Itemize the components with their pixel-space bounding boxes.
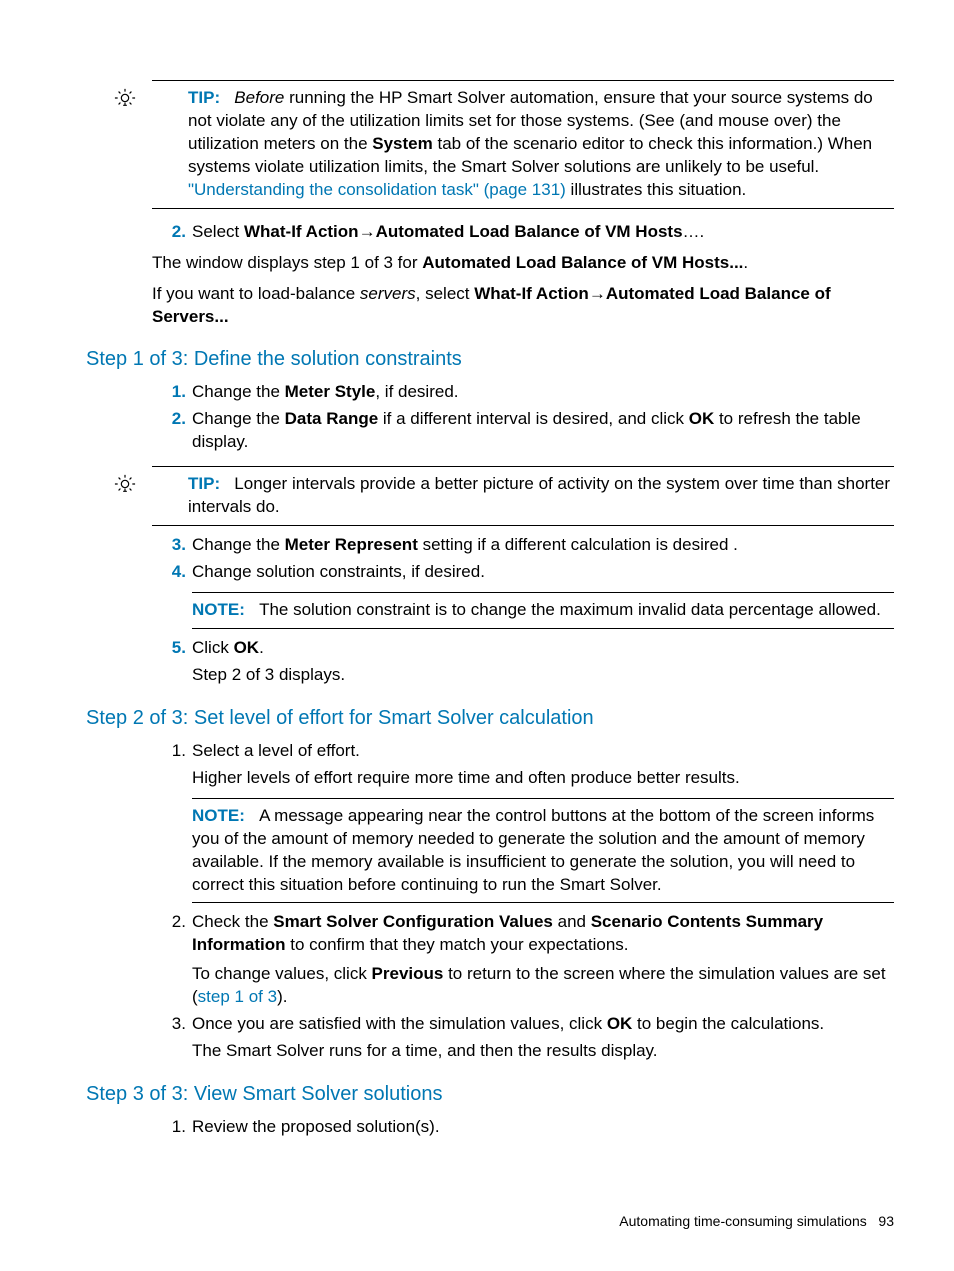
text: , select — [416, 284, 475, 303]
note-label: NOTE: — [192, 600, 245, 619]
text: to confirm that they match your expectat… — [286, 935, 629, 954]
arrow-icon: → — [589, 284, 606, 303]
text: ). — [277, 987, 287, 1006]
text: Change the — [192, 382, 285, 401]
tip-callout: TIP: Before running the HP Smart Solver … — [152, 80, 894, 209]
text: To change values, click — [192, 964, 372, 983]
bold-text: Automated Load Balance of VM Hosts — [376, 222, 683, 241]
list-item: Click OK. Step 2 of 3 displays. — [192, 637, 894, 687]
text: if a different interval is desired, and … — [378, 409, 689, 428]
bold-text: Meter Style — [285, 382, 376, 401]
text: Once you are satisfied with the simulati… — [192, 1014, 607, 1033]
tip-label: TIP: — [188, 88, 220, 107]
text: Click — [192, 638, 234, 657]
note-text: The solution constraint is to change the… — [259, 600, 881, 619]
list-item: Change the Meter Style, if desired. — [192, 381, 894, 404]
bold-text: Data Range — [285, 409, 379, 428]
bold-text: Smart Solver Configuration Values — [273, 912, 553, 931]
tip-icon — [114, 473, 136, 495]
page-number: 93 — [878, 1213, 894, 1229]
list-item: Change the Meter Represent setting if a … — [192, 534, 894, 557]
bold-text: Meter Represent — [285, 535, 418, 554]
tip-italic: Before — [234, 88, 284, 107]
text: . — [743, 253, 748, 272]
heading-step-3: Step 3 of 3: View Smart Solver solutions — [86, 1081, 894, 1108]
text: The window displays step 1 of 3 for — [152, 253, 422, 272]
text: The Smart Solver runs for a time, and th… — [192, 1040, 894, 1063]
bold-text: OK — [234, 638, 260, 657]
tip-bold-system: System — [372, 134, 432, 153]
text: If you want to load-balance — [152, 284, 360, 303]
paragraph: The window displays step 1 of 3 for Auto… — [152, 252, 894, 275]
list-item: Select a level of effort. Higher levels … — [192, 740, 894, 790]
text: setting if a different calculation is de… — [418, 535, 738, 554]
link-step-1-of-3[interactable]: step 1 of 3 — [198, 987, 277, 1006]
list-item: Select What-If Action→Automated Load Bal… — [192, 221, 894, 244]
text: Select — [192, 222, 244, 241]
note-callout: NOTE: The solution constraint is to chan… — [192, 592, 894, 629]
list-item: Change solution constraints, if desired. — [192, 561, 894, 584]
tip-icon — [114, 87, 136, 109]
bold-text: What-If Action — [244, 222, 359, 241]
text: …. — [683, 222, 705, 241]
heading-step-1: Step 1 of 3: Define the solution constra… — [86, 346, 894, 373]
bold-text: Previous — [372, 964, 444, 983]
bold-text: What-If Action — [474, 284, 589, 303]
text: Higher levels of effort require more tim… — [192, 767, 894, 790]
list-item: Check the Smart Solver Configuration Val… — [192, 911, 894, 1009]
list-item: Review the proposed solution(s). — [192, 1116, 894, 1139]
list-item: Change the Data Range if a different int… — [192, 408, 894, 454]
bold-text: OK — [689, 409, 715, 428]
tip-text: Longer intervals provide a better pictur… — [188, 474, 890, 516]
heading-step-2: Step 2 of 3: Set level of effort for Sma… — [86, 705, 894, 732]
bold-text: Automated Load Balance of VM Hosts... — [422, 253, 743, 272]
text: Select a level of effort. — [192, 741, 360, 760]
link-understanding-consolidation[interactable]: "Understanding the consolidation task" (… — [188, 180, 566, 199]
footer-text: Automating time-consuming simulations — [619, 1213, 866, 1229]
text: Change the — [192, 535, 285, 554]
text: Change the — [192, 409, 285, 428]
note-callout: NOTE: A message appearing near the contr… — [192, 798, 894, 904]
text: and — [553, 912, 591, 931]
tip-label: TIP: — [188, 474, 220, 493]
text: Check the — [192, 912, 273, 931]
text: to begin the calculations. — [632, 1014, 824, 1033]
list-item: Once you are satisfied with the simulati… — [192, 1013, 894, 1063]
text: Step 2 of 3 displays. — [192, 664, 894, 687]
page-footer: Automating time-consuming simulations 93 — [619, 1213, 894, 1229]
paragraph: If you want to load-balance servers, sel… — [152, 283, 894, 329]
tip-callout: TIP: Longer intervals provide a better p… — [152, 466, 894, 526]
arrow-icon: → — [359, 222, 376, 241]
bold-text: OK — [607, 1014, 633, 1033]
note-text: A message appearing near the control but… — [192, 806, 874, 894]
tip-text: illustrates this situation. — [566, 180, 746, 199]
italic-text: servers — [360, 284, 416, 303]
text: . — [259, 638, 264, 657]
note-label: NOTE: — [192, 806, 245, 825]
text: , if desired. — [375, 382, 458, 401]
